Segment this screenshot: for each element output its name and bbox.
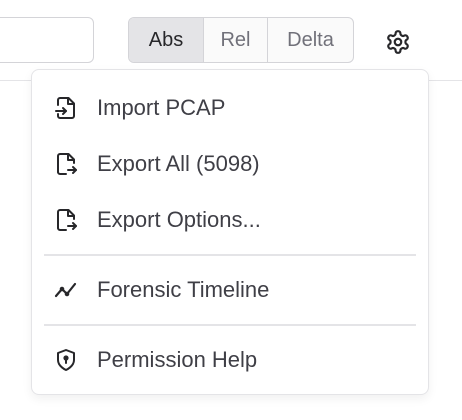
app-page: Abs Rel Delta Import PCAP Export All (50… bbox=[0, 0, 462, 420]
menu-item-label: Export All (5098) bbox=[97, 151, 260, 176]
mode-abs-button[interactable]: Abs bbox=[129, 18, 203, 62]
gear-icon bbox=[387, 30, 409, 54]
menu-separator bbox=[44, 254, 416, 256]
shield-icon bbox=[53, 347, 79, 373]
menu-item-label: Export Options... bbox=[97, 207, 261, 232]
mode-rel-button[interactable]: Rel bbox=[203, 18, 267, 62]
search-input[interactable] bbox=[0, 17, 94, 63]
actions-dropdown-menu: Import PCAP Export All (5098) Export Opt… bbox=[31, 69, 429, 395]
file-export-icon bbox=[53, 207, 79, 233]
menu-separator bbox=[44, 324, 416, 326]
file-export-icon bbox=[53, 151, 79, 177]
menu-item-label: Permission Help bbox=[97, 347, 258, 372]
menu-item-import-pcap[interactable]: Import PCAP bbox=[33, 82, 427, 134]
menu-item-label: Forensic Timeline bbox=[97, 277, 270, 302]
menu-item-label: Import PCAP bbox=[97, 95, 226, 120]
menu-item-permission-help[interactable]: Permission Help bbox=[33, 334, 427, 386]
mode-delta-button[interactable]: Delta bbox=[267, 18, 353, 62]
mode-segmented-control: Abs Rel Delta bbox=[128, 17, 354, 63]
menu-item-export-all[interactable]: Export All (5098) bbox=[33, 138, 427, 190]
file-import-icon bbox=[53, 95, 79, 121]
settings-button[interactable] bbox=[380, 24, 416, 60]
menu-item-forensic-timeline[interactable]: Forensic Timeline bbox=[33, 264, 427, 316]
menu-item-export-options[interactable]: Export Options... bbox=[33, 194, 427, 246]
activity-icon bbox=[53, 277, 79, 303]
